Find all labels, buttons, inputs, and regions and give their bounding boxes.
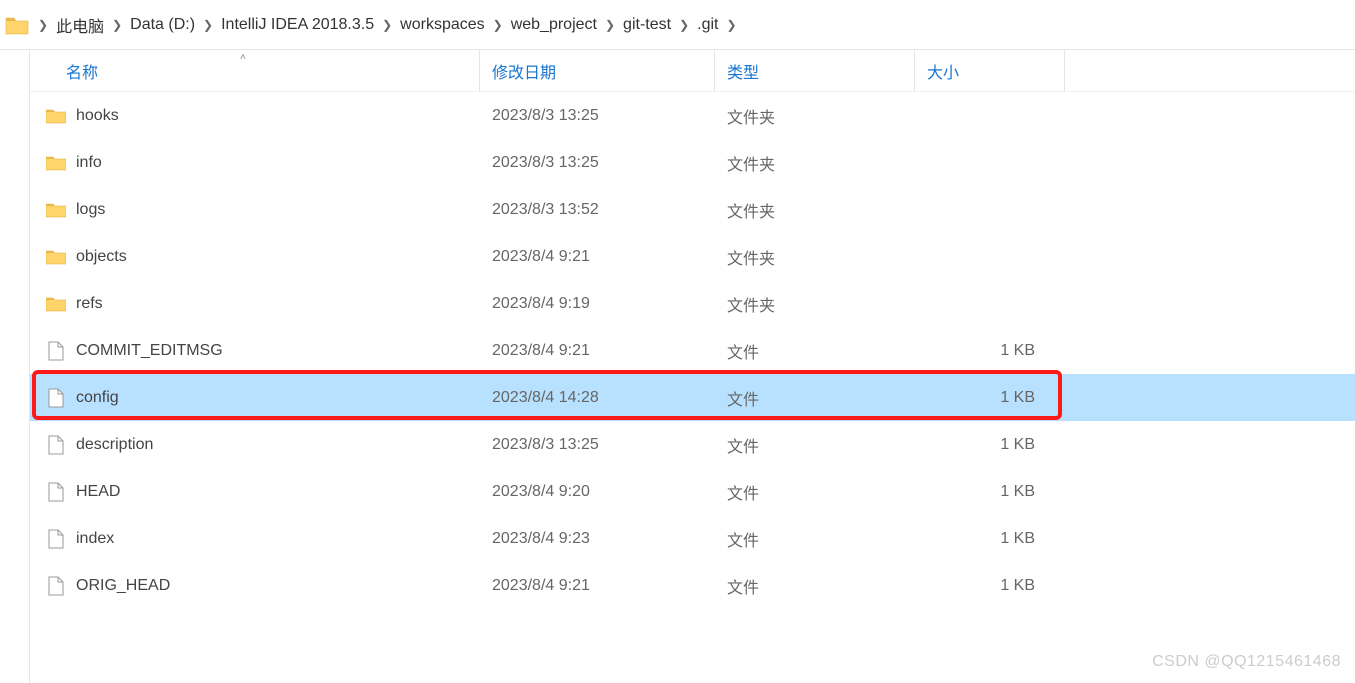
- chevron-right-icon[interactable]: ❯: [201, 18, 215, 32]
- folder-icon: [46, 200, 66, 220]
- file-type-cell: 文件: [715, 386, 915, 410]
- file-name-cell: index: [30, 529, 480, 549]
- file-list: ˄ 名称 修改日期 类型 大小 hooks2023/8/3 13:25文件夹in…: [30, 50, 1355, 683]
- breadcrumb-item-intellij[interactable]: IntelliJ IDEA 2018.3.5: [215, 16, 380, 34]
- file-type-cell: 文件: [715, 527, 915, 551]
- file-row[interactable]: ORIG_HEAD 2023/8/4 9:21文件1 KB: [30, 562, 1355, 609]
- folder-icon: [4, 14, 30, 36]
- file-name-cell: info: [30, 153, 480, 173]
- file-name-cell: ORIG_HEAD: [30, 576, 480, 596]
- chevron-right-icon[interactable]: ❯: [110, 18, 124, 32]
- file-modified-cell: 2023/8/3 13:25: [480, 436, 715, 454]
- file-name-label: refs: [76, 295, 103, 313]
- breadcrumb: ❯ 此电脑 ❯ Data (D:) ❯ IntelliJ IDEA 2018.3…: [0, 0, 1355, 50]
- file-modified-cell: 2023/8/4 14:28: [480, 389, 715, 407]
- file-type-cell: 文件夹: [715, 292, 915, 316]
- column-header-row: ˄ 名称 修改日期 类型 大小: [30, 50, 1355, 92]
- file-icon: [46, 435, 66, 455]
- file-name-label: hooks: [76, 107, 119, 125]
- file-name-label: COMMIT_EDITMSG: [76, 342, 223, 360]
- folder-icon: [46, 153, 66, 173]
- chevron-right-icon[interactable]: ❯: [36, 18, 50, 32]
- file-type-cell: 文件夹: [715, 104, 915, 128]
- file-icon: [46, 341, 66, 361]
- file-row[interactable]: config 2023/8/4 14:28文件1 KB: [30, 374, 1355, 421]
- file-type-cell: 文件夹: [715, 151, 915, 175]
- file-size-cell: 1 KB: [915, 483, 1045, 501]
- file-type-cell: 文件: [715, 339, 915, 363]
- file-name-label: ORIG_HEAD: [76, 577, 170, 595]
- file-size-cell: 1 KB: [915, 530, 1045, 548]
- file-size-cell: 1 KB: [915, 342, 1045, 360]
- file-name-cell: logs: [30, 200, 480, 220]
- file-modified-cell: 2023/8/4 9:19: [480, 295, 715, 313]
- file-icon: [46, 482, 66, 502]
- file-name-cell: HEAD: [30, 482, 480, 502]
- folder-icon: [46, 247, 66, 267]
- breadcrumb-item-webproject[interactable]: web_project: [505, 16, 603, 34]
- file-row[interactable]: description 2023/8/3 13:25文件1 KB: [30, 421, 1355, 468]
- file-modified-cell: 2023/8/4 9:20: [480, 483, 715, 501]
- file-modified-cell: 2023/8/4 9:23: [480, 530, 715, 548]
- file-row[interactable]: info 2023/8/3 13:25文件夹: [30, 139, 1355, 186]
- file-modified-cell: 2023/8/3 13:25: [480, 154, 715, 172]
- file-name-label: logs: [76, 201, 105, 219]
- file-size-cell: 1 KB: [915, 389, 1045, 407]
- file-type-cell: 文件: [715, 574, 915, 598]
- file-modified-cell: 2023/8/4 9:21: [480, 342, 715, 360]
- chevron-right-icon[interactable]: ❯: [380, 18, 394, 32]
- chevron-right-icon[interactable]: ❯: [603, 18, 617, 32]
- chevron-right-icon[interactable]: ❯: [677, 18, 691, 32]
- file-name-label: config: [76, 389, 119, 407]
- folder-icon: [46, 294, 66, 314]
- file-icon: [46, 388, 66, 408]
- file-name-cell: config: [30, 388, 480, 408]
- column-header-name[interactable]: 名称: [30, 50, 480, 91]
- breadcrumb-item-gittest[interactable]: git-test: [617, 16, 677, 34]
- file-icon: [46, 529, 66, 549]
- file-modified-cell: 2023/8/4 9:21: [480, 248, 715, 266]
- column-header-size[interactable]: 大小: [915, 50, 1065, 91]
- file-icon: [46, 576, 66, 596]
- file-row[interactable]: index 2023/8/4 9:23文件1 KB: [30, 515, 1355, 562]
- file-name-cell: refs: [30, 294, 480, 314]
- file-type-cell: 文件: [715, 433, 915, 457]
- file-name-label: HEAD: [76, 483, 120, 501]
- chevron-right-icon[interactable]: ❯: [724, 18, 738, 32]
- file-name-cell: objects: [30, 247, 480, 267]
- breadcrumb-item-computer[interactable]: 此电脑: [50, 13, 110, 37]
- file-name-cell: hooks: [30, 106, 480, 126]
- file-type-cell: 文件夹: [715, 198, 915, 222]
- content-area: ˄ 名称 修改日期 类型 大小 hooks2023/8/3 13:25文件夹in…: [0, 50, 1355, 683]
- file-modified-cell: 2023/8/3 13:52: [480, 201, 715, 219]
- file-type-cell: 文件夹: [715, 245, 915, 269]
- file-modified-cell: 2023/8/4 9:21: [480, 577, 715, 595]
- column-header-type[interactable]: 类型: [715, 50, 915, 91]
- file-name-label: objects: [76, 248, 127, 266]
- file-name-cell: COMMIT_EDITMSG: [30, 341, 480, 361]
- file-name-cell: description: [30, 435, 480, 455]
- file-row[interactable]: hooks 2023/8/3 13:25文件夹: [30, 92, 1355, 139]
- breadcrumb-item-git[interactable]: .git: [691, 16, 724, 34]
- file-row[interactable]: objects 2023/8/4 9:21文件夹: [30, 233, 1355, 280]
- sort-ascending-icon: ˄: [240, 52, 246, 63]
- watermark-text: CSDN @QQ1215461468: [1152, 653, 1341, 671]
- chevron-right-icon[interactable]: ❯: [491, 18, 505, 32]
- breadcrumb-item-workspaces[interactable]: workspaces: [394, 16, 490, 34]
- file-modified-cell: 2023/8/3 13:25: [480, 107, 715, 125]
- file-size-cell: 1 KB: [915, 436, 1045, 454]
- file-name-label: info: [76, 154, 102, 172]
- file-size-cell: 1 KB: [915, 577, 1045, 595]
- left-gutter: [0, 50, 30, 683]
- file-row[interactable]: COMMIT_EDITMSG 2023/8/4 9:21文件1 KB: [30, 327, 1355, 374]
- column-header-modified[interactable]: 修改日期: [480, 50, 715, 91]
- file-type-cell: 文件: [715, 480, 915, 504]
- folder-icon: [46, 106, 66, 126]
- file-name-label: description: [76, 436, 153, 454]
- file-row[interactable]: refs 2023/8/4 9:19文件夹: [30, 280, 1355, 327]
- file-name-label: index: [76, 530, 114, 548]
- file-row[interactable]: logs 2023/8/3 13:52文件夹: [30, 186, 1355, 233]
- breadcrumb-item-drive[interactable]: Data (D:): [124, 16, 201, 34]
- file-row[interactable]: HEAD 2023/8/4 9:20文件1 KB: [30, 468, 1355, 515]
